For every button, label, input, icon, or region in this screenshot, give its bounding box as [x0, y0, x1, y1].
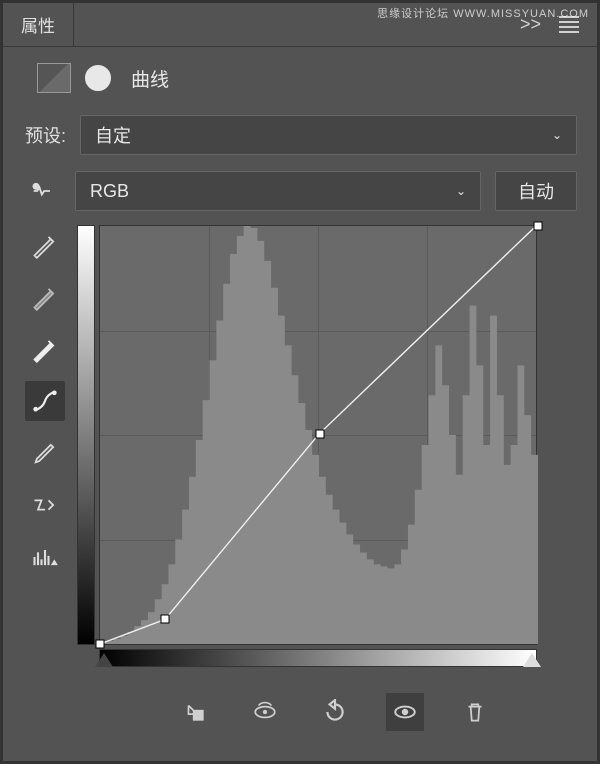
eyedropper-black-icon[interactable] — [25, 225, 65, 265]
preset-row: 预设: 自定 ⌄ — [3, 103, 597, 163]
channel-row: RGB ⌄ 自动 — [3, 163, 597, 219]
curve-handle[interactable] — [315, 430, 324, 439]
watermark-text: 思缘设计论坛 WWW.MISSYUAN.COM — [377, 5, 589, 21]
tool-column — [25, 225, 65, 667]
output-gradient — [77, 225, 95, 645]
preset-select[interactable]: 自定 ⌄ — [80, 115, 577, 155]
black-point-slider[interactable] — [95, 653, 113, 667]
curve-handle[interactable] — [161, 615, 170, 624]
curve-area — [77, 225, 577, 667]
panel-footer — [3, 667, 597, 731]
preset-value: 自定 — [95, 122, 131, 148]
input-gradient[interactable] — [99, 649, 537, 667]
auto-button[interactable]: 自动 — [495, 171, 577, 211]
channel-select[interactable]: RGB ⌄ — [75, 171, 481, 211]
targeted-adjust-icon[interactable] — [25, 173, 61, 209]
layer-mask-icon[interactable] — [85, 65, 111, 91]
adjustment-type-row: 曲线 — [3, 47, 597, 103]
preset-label: 预设: — [25, 122, 66, 148]
curve-grid[interactable] — [99, 225, 537, 645]
smooth-icon[interactable] — [25, 485, 65, 525]
adjustment-title: 曲线 — [131, 65, 169, 92]
pencil-icon[interactable] — [25, 433, 65, 473]
view-previous-icon[interactable] — [246, 693, 284, 731]
curves-adjustment-icon[interactable] — [37, 63, 71, 93]
chevron-down-icon: ⌄ — [456, 184, 466, 198]
clip-to-layer-icon[interactable] — [176, 693, 214, 731]
eyedropper-white-icon[interactable] — [25, 329, 65, 369]
properties-panel: 思缘设计论坛 WWW.MISSYUAN.COM 属性 >> 曲线 预设: 自定 … — [0, 0, 600, 764]
curve-handle[interactable] — [534, 222, 543, 231]
channel-value: RGB — [90, 181, 129, 202]
curve-plot[interactable] — [77, 225, 537, 645]
reset-icon[interactable] — [316, 693, 354, 731]
histogram-warning-icon[interactable] — [25, 537, 65, 577]
eyedropper-gray-icon[interactable] — [25, 277, 65, 317]
curve-handle[interactable] — [96, 640, 105, 649]
white-point-slider[interactable] — [523, 653, 541, 667]
curve-edit-icon[interactable] — [25, 381, 65, 421]
curves-main-area — [3, 219, 597, 667]
properties-tab[interactable]: 属性 — [3, 3, 74, 46]
toggle-visibility-icon[interactable] — [386, 693, 424, 731]
chevron-down-icon: ⌄ — [552, 128, 562, 142]
delete-icon[interactable] — [456, 693, 494, 731]
